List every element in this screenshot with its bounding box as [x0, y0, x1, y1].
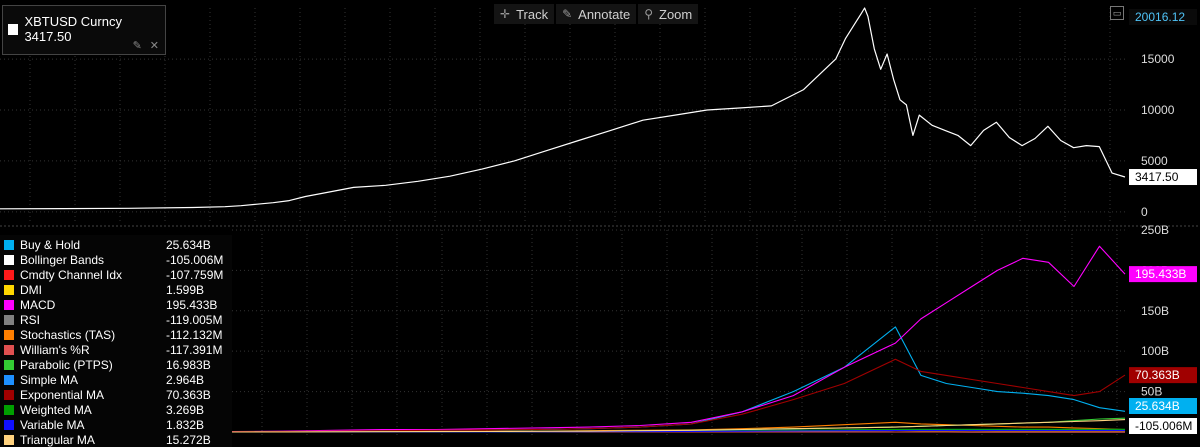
security-legend-icons: ✎ ✕	[133, 39, 159, 52]
returns-axis-tick-label: 150B	[1141, 304, 1169, 318]
legend-name: Buy & Hold	[20, 237, 81, 252]
legend-name: Parabolic (PTPS)	[20, 357, 113, 372]
zoom-button[interactable]: ⚲ Zoom	[638, 4, 699, 24]
legend-value: -107.759M	[166, 267, 224, 282]
legend-item[interactable]: Exponential MA 70.363B	[4, 387, 230, 402]
legend-swatch	[4, 389, 14, 400]
crosshair-icon: ✛	[500, 7, 511, 21]
legend-value: -117.391M	[166, 342, 223, 357]
legend-name: Exponential MA	[20, 387, 105, 402]
track-button[interactable]: ✛ Track	[494, 4, 555, 24]
legend-value: 1.832B	[166, 417, 205, 432]
legend-value: 2.964B	[166, 372, 205, 387]
legend-name: Variable MA	[20, 417, 85, 432]
security-legend-box: XBTUSD Curncy 3417.50 ✎ ✕	[2, 5, 166, 55]
chart-toolbar: ✛ Track ✎ Annotate ⚲ Zoom	[494, 4, 699, 24]
price-axis-tick-label: 0	[1141, 205, 1148, 219]
strategy-value-tag: 195.433B	[1135, 267, 1186, 281]
legend-item[interactable]: Variable MA 1.832B	[4, 417, 230, 432]
legend-name: Weighted MA	[20, 402, 92, 417]
legend-value: 70.363B	[166, 387, 211, 402]
legend-value: 25.634B	[166, 237, 211, 252]
legend-item[interactable]: Stochastics (TAS) -112.132M	[4, 327, 230, 342]
legend-item[interactable]: MACD 195.433B	[4, 297, 230, 312]
zoom-label: Zoom	[659, 6, 693, 22]
legend-name: RSI	[20, 312, 41, 327]
legend-item[interactable]: Buy & Hold 25.634B	[4, 237, 230, 252]
price-max-tag: 20016.12	[1135, 10, 1185, 24]
legend-item[interactable]: William's %R -117.391M	[4, 342, 230, 357]
legend-swatch	[4, 284, 14, 295]
legend-value: -105.006M	[166, 252, 224, 267]
legend-name: Stochastics (TAS)	[20, 327, 116, 342]
legend-name: MACD	[20, 297, 56, 312]
price-last-tag: 3417.50	[1135, 170, 1179, 184]
strategy-value-tag: 70.363B	[1135, 368, 1180, 382]
legend-name: Bollinger Bands	[20, 252, 105, 267]
legend-value: 195.433B	[166, 297, 218, 312]
returns-axis-tick-label: 50B	[1141, 385, 1162, 399]
maximize-icon: ▭	[1112, 7, 1122, 18]
legend-item[interactable]: Cmdty Channel Idx -107.759M	[4, 267, 230, 282]
legend-value: -112.132M	[166, 327, 223, 342]
legend-item[interactable]: Bollinger Bands -105.006M	[4, 252, 230, 267]
legend-name: Triangular MA	[20, 432, 95, 447]
legend-swatch	[4, 299, 14, 310]
legend-name: Cmdty Channel Idx	[20, 267, 123, 282]
legend-swatch	[4, 359, 14, 370]
legend-swatch	[4, 419, 14, 430]
pencil-icon: ✎	[562, 7, 573, 21]
legend-swatch	[4, 374, 14, 385]
legend-swatch	[4, 254, 14, 265]
legend-value: -119.005M	[166, 312, 223, 327]
annotate-label: Annotate	[578, 6, 631, 22]
annotate-button[interactable]: ✎ Annotate	[556, 4, 637, 24]
legend-name: William's %R	[20, 342, 90, 357]
legend-item[interactable]: RSI -119.005M	[4, 312, 230, 327]
strategy-value-tag: -105.006M	[1135, 419, 1192, 433]
legend-swatch	[4, 239, 14, 250]
price-axis-tick-label: 15000	[1141, 52, 1175, 66]
legend-name: DMI	[20, 282, 42, 297]
legend-value: 15.272B	[166, 432, 211, 447]
legend-item[interactable]: DMI 1.599B	[4, 282, 230, 297]
track-label: Track	[516, 6, 549, 22]
price-axis-tick-label: 10000	[1141, 103, 1175, 117]
legend-value: 1.599B	[166, 282, 205, 297]
legend-item[interactable]: Weighted MA 3.269B	[4, 402, 230, 417]
legend-swatch	[4, 344, 14, 355]
maximize-button[interactable]: ▭	[1110, 6, 1124, 20]
legend-item[interactable]: Simple MA 2.964B	[4, 372, 230, 387]
legend-name: Simple MA	[20, 372, 79, 387]
strategy-legend: Buy & Hold 25.634B Bollinger Bands -105.006…	[0, 235, 232, 447]
price-axis-tick-label: 5000	[1141, 154, 1168, 168]
security-checkbox[interactable]	[8, 23, 19, 35]
legend-swatch	[4, 404, 14, 415]
legend-swatch	[4, 329, 14, 340]
strategy-value-tag: 25.634B	[1135, 399, 1180, 413]
close-icon[interactable]: ✕	[150, 39, 159, 52]
legend-value: 3.269B	[166, 402, 205, 417]
legend-item[interactable]: Parabolic (PTPS) 16.983B	[4, 357, 230, 372]
pin-icon[interactable]: ✎	[133, 39, 142, 52]
returns-axis-tick-label: 100B	[1141, 344, 1169, 358]
returns-axis-tick-label: 250B	[1141, 223, 1169, 237]
magnifier-icon: ⚲	[644, 7, 653, 21]
legend-swatch	[4, 314, 14, 325]
legend-swatch	[4, 269, 14, 280]
legend-swatch	[4, 434, 14, 445]
legend-item[interactable]: Triangular MA 15.272B	[4, 432, 230, 447]
legend-value: 16.983B	[166, 357, 211, 372]
